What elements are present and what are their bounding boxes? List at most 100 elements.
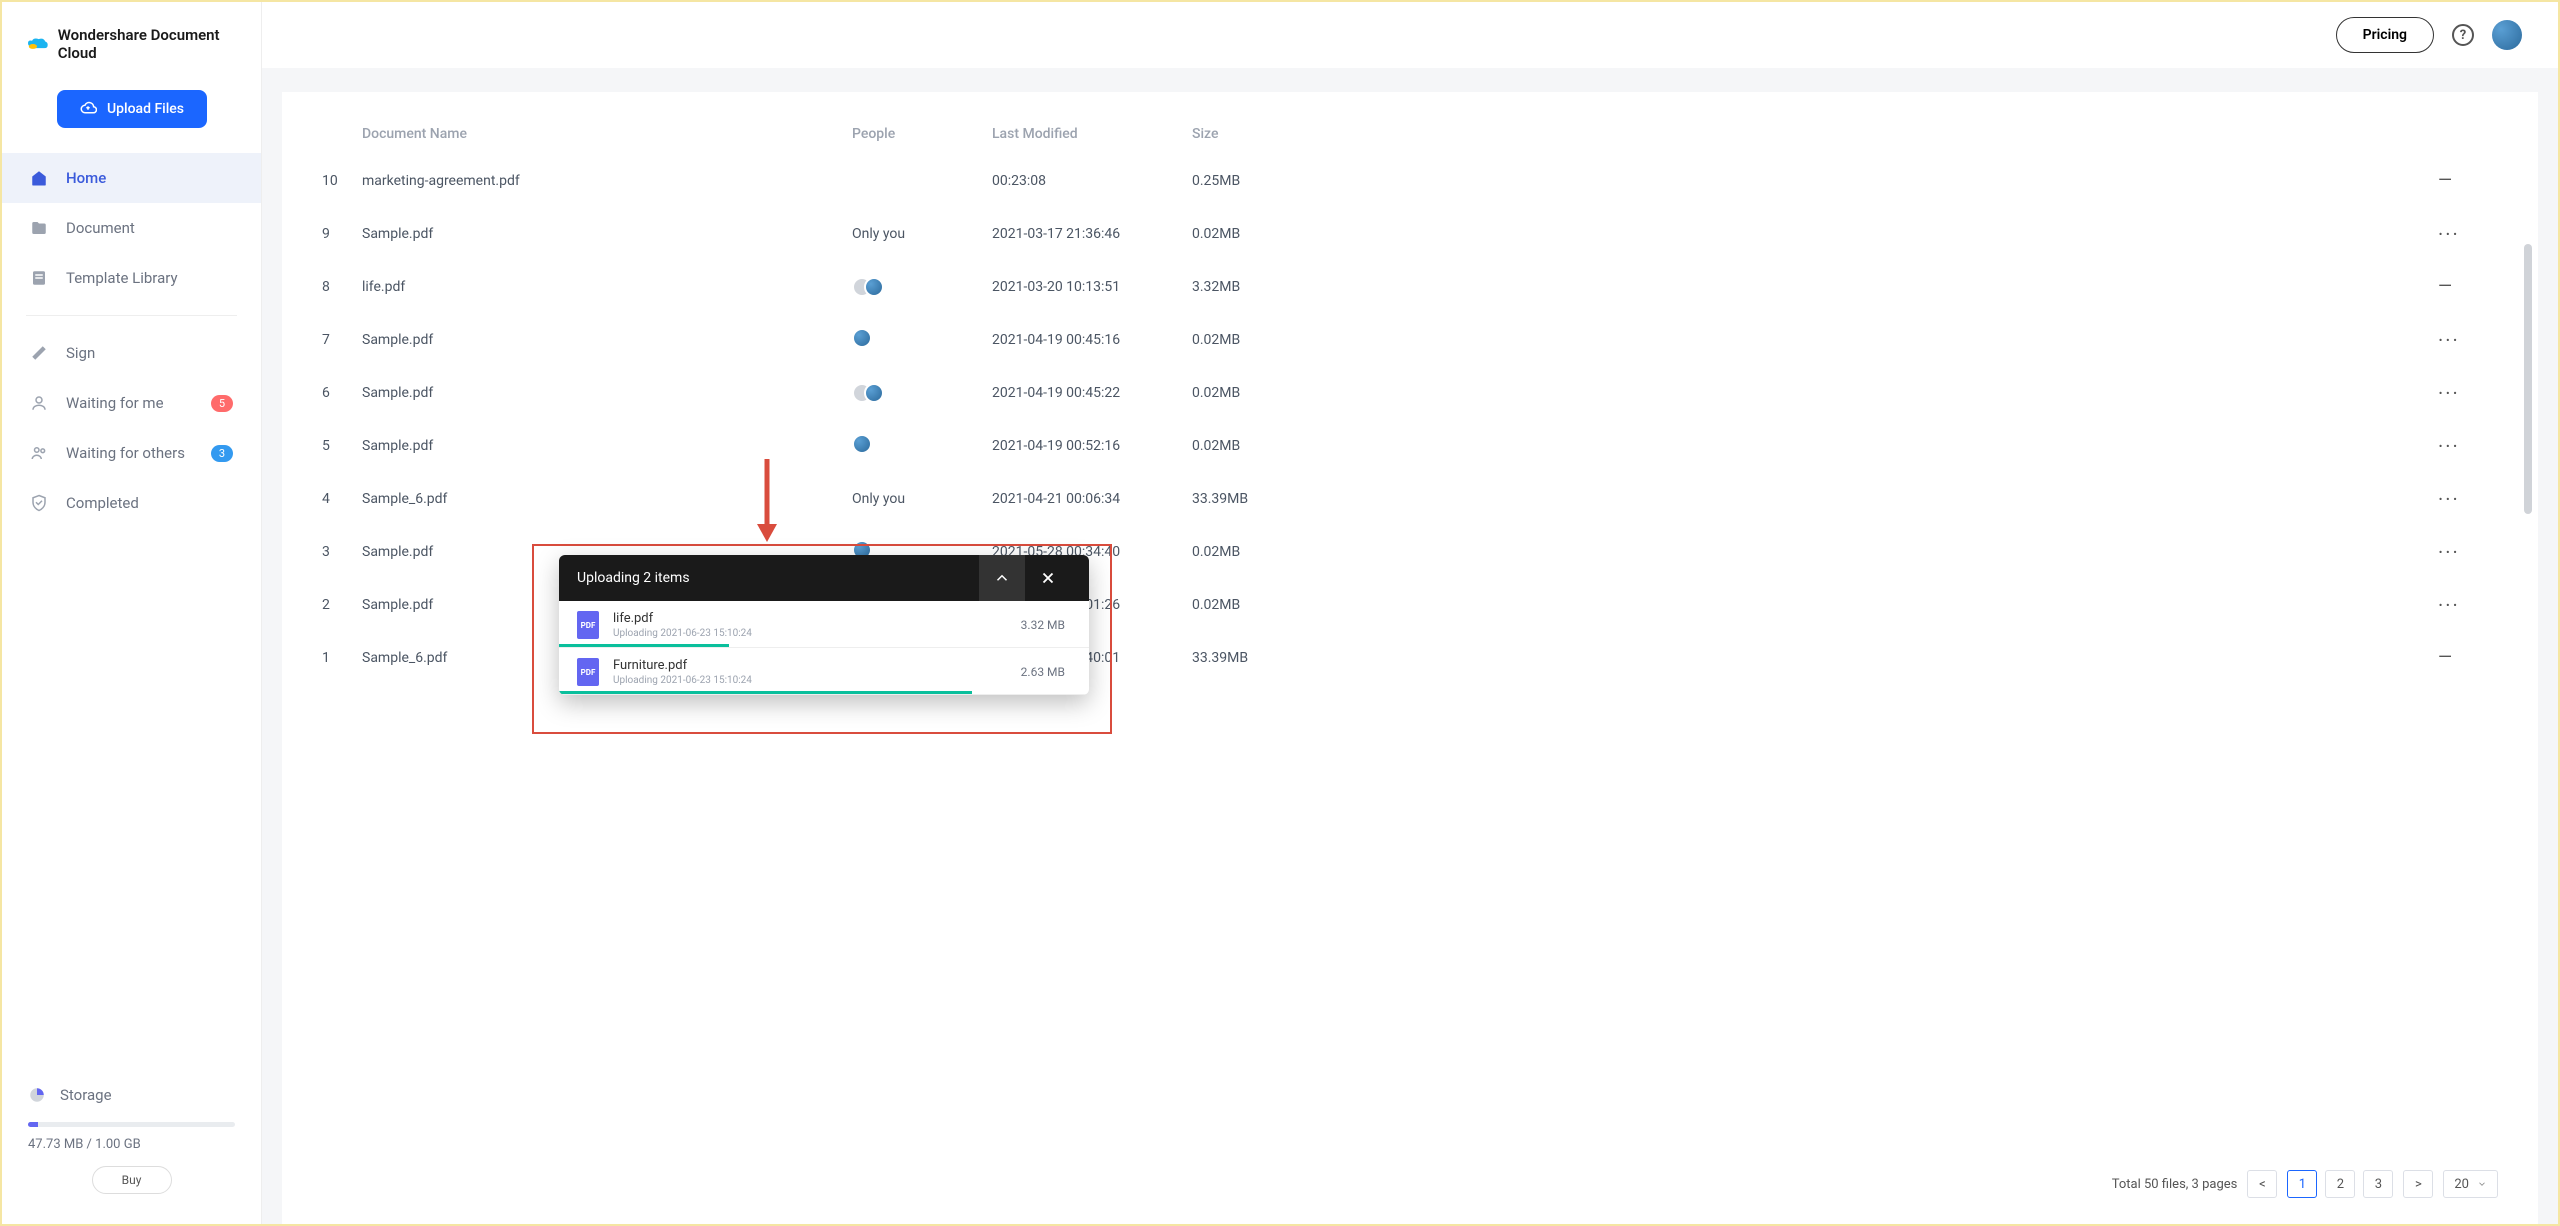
row-name: Sample_6.pdf (362, 491, 852, 507)
row-modified: 2021-04-19 00:45:16 (992, 332, 1192, 348)
pie-icon (28, 1086, 46, 1104)
people-avatars (852, 277, 992, 297)
row-size: 0.25MB (1192, 173, 1392, 189)
template-icon (30, 269, 48, 287)
row-size: 0.02MB (1192, 332, 1392, 348)
user-avatar[interactable] (2492, 20, 2522, 50)
chevron-up-icon (993, 569, 1011, 587)
pdf-icon: PDF (577, 658, 599, 686)
more-icon[interactable]: ··· (2438, 593, 2460, 617)
row-index: 1 (322, 650, 362, 666)
pagination: Total 50 files, 3 pages < 123 > 20 (322, 1150, 2498, 1204)
table-row[interactable]: 5Sample.pdf2021-04-19 00:52:160.02MB··· (322, 419, 2498, 472)
table-row[interactable]: 8life.pdf 2021-03-20 10:13:513.32MB — (322, 260, 2498, 313)
nav: Home Document Template Library Sign Wait… (2, 153, 261, 528)
table-row[interactable]: 9Sample.pdfOnly you 2021-03-17 21:36:460.… (322, 207, 2498, 260)
nav-document[interactable]: Document (2, 203, 261, 253)
row-name: Sample.pdf (362, 226, 852, 242)
table-row[interactable]: 10marketing-agreement.pdf00:23:080.25MB— (322, 154, 2498, 207)
nav-home[interactable]: Home (2, 153, 261, 203)
row-index: 6 (322, 385, 362, 401)
col-name: Document Name (362, 126, 852, 142)
row-index: 9 (322, 226, 362, 242)
upload-item: PDFlife.pdfUploading 2021-06-23 15:10:24… (559, 601, 1089, 648)
row-name: life.pdf (362, 279, 852, 295)
table-row[interactable]: 6Sample.pdf 2021-04-19 00:45:220.02MB ··· (322, 366, 2498, 419)
more-icon[interactable]: ··· (2438, 328, 2460, 352)
topbar: Pricing ? (262, 2, 2558, 68)
more-icon[interactable]: ··· (2438, 434, 2460, 458)
upload-files-button[interactable]: Upload Files (57, 90, 207, 128)
row-modified: 2021-04-21 00:06:34 (992, 491, 1192, 507)
cloud-upload-icon (79, 100, 97, 118)
people-avatar (852, 434, 872, 454)
storage-bar (28, 1122, 235, 1127)
row-modified: 2021-03-20 10:13:51 (992, 279, 1192, 295)
nav-waiting-for-me[interactable]: Waiting for me 5 (2, 378, 261, 428)
more-icon[interactable]: ··· (2438, 540, 2460, 564)
help-button[interactable]: ? (2452, 24, 2474, 46)
row-size: 0.02MB (1192, 544, 1392, 560)
table-row[interactable]: 7Sample.pdf2021-04-19 00:45:160.02MB··· (322, 313, 2498, 366)
people-icon (30, 444, 48, 462)
collapse-button[interactable] (979, 555, 1025, 601)
people-text: Only you (852, 226, 905, 242)
row-name: Sample.pdf (362, 438, 852, 454)
row-name: Sample.pdf (362, 385, 852, 401)
col-size: Size (1192, 126, 1392, 142)
page-3[interactable]: 3 (2363, 1170, 2393, 1198)
row-name: marketing-agreement.pdf (362, 173, 852, 189)
row-modified: 2021-03-17 21:36:46 (992, 226, 1192, 242)
people-avatar (852, 328, 872, 348)
upload-item-size: 3.32 MB (1021, 618, 1065, 632)
pricing-button[interactable]: Pricing (2336, 17, 2434, 53)
table-row[interactable]: 4Sample_6.pdfOnly you2021-04-21 00:06:34… (322, 472, 2498, 525)
chevron-down-icon (2477, 1179, 2487, 1189)
row-size: 33.39MB (1192, 650, 1392, 666)
page-1[interactable]: 1 (2287, 1170, 2317, 1198)
storage-section: Storage 47.73 MB / 1.00 GB Buy (2, 1066, 261, 1224)
nav-sign[interactable]: Sign (2, 328, 261, 378)
nav-waiting-for-others[interactable]: Waiting for others 3 (2, 428, 261, 478)
page-size-select[interactable]: 20 (2443, 1170, 2498, 1198)
sidebar: Wondershare Document Cloud Upload Files … (2, 2, 262, 1224)
upload-title: Uploading 2 items (577, 570, 690, 586)
storage-label: Storage (60, 1086, 112, 1104)
scrollbar[interactable] (2524, 244, 2532, 514)
storage-text: 47.73 MB / 1.00 GB (28, 1137, 235, 1152)
dash-icon: — (2438, 276, 2452, 297)
nav-template-library[interactable]: Template Library (2, 253, 261, 303)
page-2[interactable]: 2 (2325, 1170, 2355, 1198)
sign-icon (30, 344, 48, 362)
divider (26, 315, 237, 316)
content: Document Name People Last Modified Size … (282, 92, 2538, 1224)
upload-item-name: life.pdf (613, 611, 1007, 626)
row-index: 8 (322, 279, 362, 295)
more-icon[interactable]: ··· (2438, 487, 2460, 511)
page-prev[interactable]: < (2247, 1170, 2277, 1198)
close-button[interactable] (1025, 555, 1071, 601)
table-body: 10marketing-agreement.pdf00:23:080.25MB—… (322, 154, 2498, 684)
buy-button[interactable]: Buy (92, 1166, 172, 1194)
row-modified: 2021-04-19 00:45:22 (992, 385, 1192, 401)
more-icon[interactable]: ··· (2438, 381, 2460, 405)
upload-progress (559, 691, 972, 694)
upload-item-status: Uploading 2021-06-23 15:10:24 (613, 675, 1007, 686)
row-size: 0.02MB (1192, 597, 1392, 613)
nav-completed[interactable]: Completed (2, 478, 261, 528)
row-size: 0.02MB (1192, 385, 1392, 401)
row-size: 3.32MB (1192, 279, 1392, 295)
row-size: 0.02MB (1192, 226, 1392, 242)
more-icon[interactable]: ··· (2438, 222, 2460, 246)
waiting-for-others-badge: 3 (211, 445, 233, 462)
person-icon (30, 394, 48, 412)
col-modified: Last Modified (992, 126, 1192, 142)
page-next[interactable]: > (2403, 1170, 2433, 1198)
home-icon (30, 169, 48, 187)
upload-item-status: Uploading 2021-06-23 15:10:24 (613, 628, 1007, 639)
row-index: 7 (322, 332, 362, 348)
col-people: People (852, 126, 992, 142)
row-modified: 00:23:08 (992, 173, 1192, 189)
brand-text: Wondershare Document Cloud (58, 26, 241, 62)
upload-popup-header: Uploading 2 items (559, 555, 1089, 601)
